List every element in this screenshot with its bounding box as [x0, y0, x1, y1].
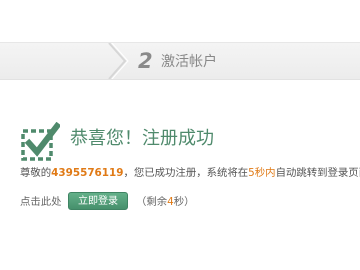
countdown-prefix: （剩余: [136, 196, 168, 208]
step-progress-bar: 2 激活帐户: [0, 42, 360, 80]
click-here-label: 点击此处: [20, 196, 62, 208]
redirect-seconds: 5秒内: [248, 167, 276, 179]
message-middle: ，您已成功注册，系统将在: [123, 167, 249, 179]
redirect-message: 尊敬的4395576119，您已成功注册，系统将在5秒内自动跳转到登录页面。: [20, 166, 360, 180]
step-number: 2: [138, 49, 153, 73]
step-label: 激活帐户: [161, 54, 217, 70]
checkmark-box-icon: [21, 122, 60, 161]
countdown-value: 4: [167, 196, 174, 208]
message-suffix: 自动跳转到登录页面。: [275, 167, 360, 179]
login-now-button[interactable]: 立即登录: [68, 192, 128, 210]
account-number: 4395576119: [51, 167, 124, 179]
step-divider-chevron: [108, 43, 129, 79]
message-prefix: 尊敬的: [20, 167, 52, 179]
registration-success-page: 2 激活帐户 恭喜您！注册成功 尊敬的4395576119，您已成功注册，系统将…: [0, 0, 360, 270]
success-title: 恭喜您！注册成功: [70, 128, 214, 149]
countdown-text: （剩余4秒）: [136, 195, 195, 209]
countdown-suffix: 秒）: [173, 196, 195, 208]
